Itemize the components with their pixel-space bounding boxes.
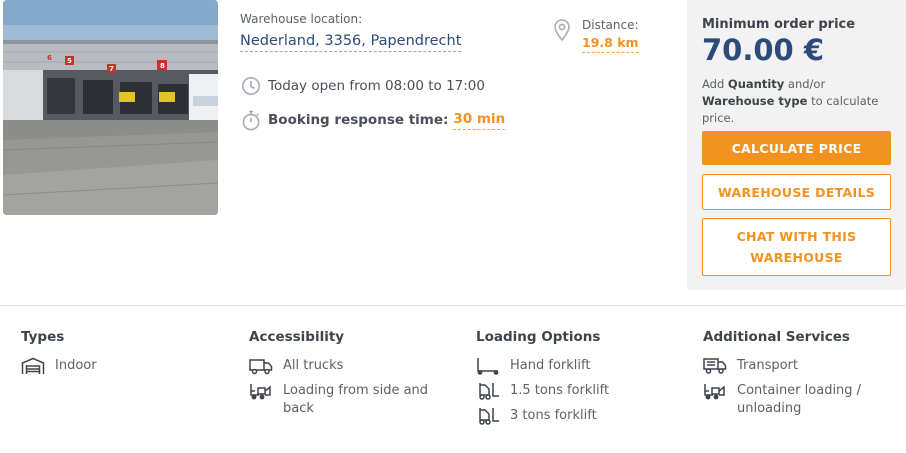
booking-response: Booking response time: 30 min <box>240 109 506 131</box>
types-title: Types <box>21 329 65 345</box>
distance-value[interactable]: 19.8 km <box>582 35 639 53</box>
feature-label: 1.5 tons forklift <box>510 383 610 398</box>
price-note-type: Warehouse type <box>702 94 808 108</box>
distance-label: Distance: <box>582 18 639 32</box>
opening-hours-text: Today open from 08:00 to 17:00 <box>268 78 485 94</box>
feature-item: Indoor <box>21 357 221 375</box>
section-divider <box>0 305 906 306</box>
types-column: Types Indoor <box>21 329 221 382</box>
loading-options-title: Loading Options <box>476 329 601 345</box>
warehouse-icon <box>21 357 45 375</box>
feature-label: 3 tons forklift <box>510 408 597 423</box>
map-pin-icon <box>552 18 572 46</box>
accessibility-title: Accessibility <box>249 329 345 345</box>
forklift-loading-icon <box>249 382 273 400</box>
truck-icon <box>249 357 273 375</box>
warehouse-details-button[interactable]: WAREHOUSE DETAILS <box>702 174 891 210</box>
feature-label: Hand forklift <box>510 358 591 373</box>
opening-hours: Today open from 08:00 to 17:00 <box>240 75 485 97</box>
dock-number: 8 <box>160 62 165 70</box>
price-panel: Minimum order price 70.00 € Add Quantity… <box>687 0 906 290</box>
feature-label: Loading from side and back <box>283 383 429 416</box>
feature-item: Loading from side and back <box>249 382 449 418</box>
clock-icon <box>240 75 262 97</box>
feature-label: Transport <box>737 358 799 373</box>
forklift-icon <box>476 382 500 400</box>
price-note: Add Quantity and/or Warehouse type to ca… <box>702 76 897 127</box>
feature-item: Hand forklift <box>476 357 676 375</box>
feature-item: Transport <box>703 357 903 375</box>
chat-with-warehouse-button[interactable]: CHAT WITH THIS WAREHOUSE <box>702 218 891 276</box>
price-panel-title: Minimum order price <box>702 17 856 32</box>
booking-response-label: Booking response time: <box>268 112 449 128</box>
truck-transport-icon <box>703 357 727 375</box>
feature-label: Indoor <box>55 358 97 373</box>
forklift-icon <box>476 407 500 425</box>
feature-label: Container loading / unloading <box>737 383 862 416</box>
loading-options-column: Loading Options Hand forklift 1.5 tons f… <box>476 329 676 432</box>
feature-item: Container loading / unloading <box>703 382 903 418</box>
dock-number: 6 <box>47 54 52 62</box>
booking-response-value[interactable]: 30 min <box>453 111 506 130</box>
additional-services-column: Additional Services Transport Container … <box>703 329 903 425</box>
minimum-price: 70.00 € <box>702 33 825 67</box>
price-note-quantity: Quantity <box>727 77 785 91</box>
price-note-middle: and/or <box>784 77 826 91</box>
calculate-price-button[interactable]: CALCULATE PRICE <box>702 131 891 165</box>
feature-label: All trucks <box>283 358 344 373</box>
location-label: Warehouse location: <box>240 12 363 26</box>
stopwatch-icon <box>240 109 262 131</box>
hand-forklift-icon <box>476 357 500 375</box>
dock-number: 5 <box>67 57 72 65</box>
feature-item: 1.5 tons forklift <box>476 382 676 400</box>
feature-item: All trucks <box>249 357 449 375</box>
dock-number: 7 <box>109 65 114 73</box>
warehouse-photo[interactable]: 5 6 7 8 <box>3 0 218 215</box>
additional-services-title: Additional Services <box>703 329 850 345</box>
location-link[interactable]: Nederland, 3356, Papendrecht <box>240 33 462 52</box>
forklift-loading-icon <box>703 382 727 400</box>
price-note-prefix: Add <box>702 77 728 91</box>
accessibility-column: Accessibility All trucks Loading from si… <box>249 329 449 425</box>
feature-item: 3 tons forklift <box>476 407 676 425</box>
